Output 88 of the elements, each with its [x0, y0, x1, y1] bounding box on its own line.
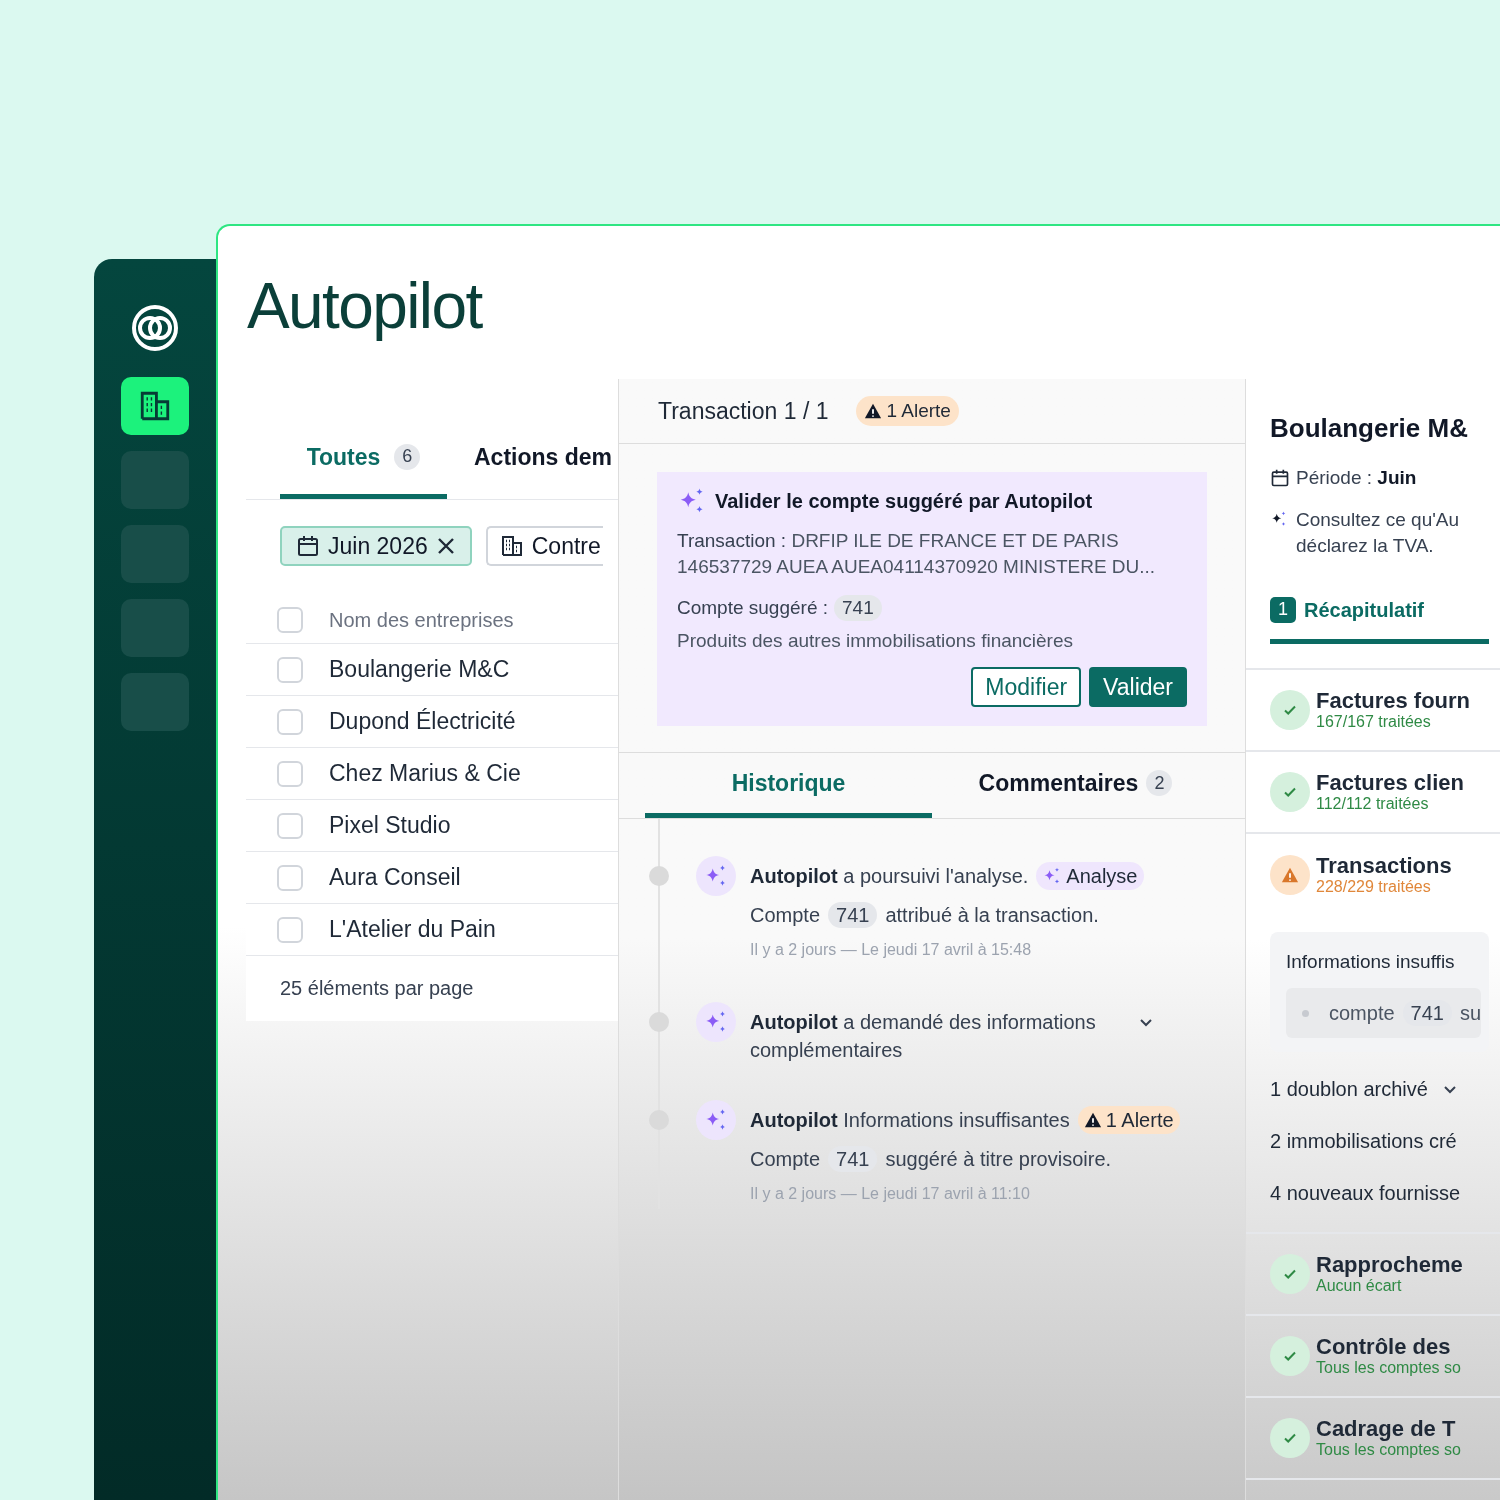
calendar-icon — [296, 534, 320, 558]
event-text: Autopilot a demandé des informations complémentaires — [750, 1010, 1097, 1063]
detail-text: suggéré à titre provisoire. — [885, 1147, 1112, 1172]
card-title: Valider le compte suggéré par Autopilot — [715, 489, 1093, 514]
check-status: 167/167 traitées — [1316, 712, 1432, 731]
detail-tab[interactable]: Commentaires 2 — [932, 753, 1219, 818]
check-icon — [1270, 771, 1310, 812]
check-status: 112/112 traitées — [1316, 794, 1430, 813]
company-name[interactable]: Boulangerie M&C — [329, 652, 510, 687]
issue-text: su — [1459, 1001, 1482, 1026]
checkbox[interactable] — [277, 607, 303, 633]
sparkle-icon — [1270, 509, 1288, 528]
detail-text: Compte — [750, 1147, 821, 1172]
logo-icon — [132, 305, 178, 351]
page-title: Autopilot — [247, 269, 482, 344]
filter-tab[interactable]: Actions dem — [474, 439, 613, 499]
check-status: 228/229 traitées — [1316, 877, 1432, 896]
hint-text: Consultez ce qu'Au déclarez la TVA. — [1296, 507, 1460, 558]
filter-chip[interactable]: Contre — [485, 526, 603, 566]
detail-text: Compte — [750, 903, 821, 928]
check-status: Tous les comptes so — [1316, 1359, 1461, 1377]
check-title: Rapprocheme — [1316, 1253, 1463, 1277]
account-label: Compte suggéré : — [677, 596, 829, 620]
company-name[interactable]: Aura Conseil — [329, 860, 461, 895]
check-title: Factures clien — [1316, 770, 1464, 795]
autopilot-avatar — [696, 1002, 736, 1042]
company-title: Boulangerie M& — [1270, 412, 1469, 445]
period-text: Période : Juin — [1296, 466, 1417, 490]
checkbox[interactable] — [277, 656, 303, 683]
checkbox[interactable] — [277, 812, 303, 839]
nav-button[interactable] — [121, 377, 189, 435]
alert-badge: 1 Alerte — [1077, 1106, 1180, 1134]
edit-button[interactable]: Modifier — [971, 667, 1082, 707]
page-size-label: 25 éléments par page — [280, 975, 474, 1001]
group-label[interactable]: 2 immobilisations cré — [1270, 1126, 1457, 1156]
account-number: 741 — [1402, 1000, 1452, 1026]
checkbox[interactable] — [277, 864, 303, 891]
company-name[interactable]: L'Atelier du Pain — [329, 912, 496, 947]
calendar-icon — [1270, 468, 1290, 489]
event-timestamp: Il y a 2 jours — Le jeudi 17 avril à 15:48 — [750, 940, 1033, 960]
check-icon — [1270, 689, 1310, 730]
account-number: 741 — [828, 902, 878, 928]
detail-tab[interactable]: Historique — [645, 753, 932, 818]
account-number: 741 — [828, 1146, 878, 1172]
checkbox[interactable] — [277, 708, 303, 735]
warning-icon — [1270, 854, 1310, 895]
check-status: Aucun écart — [1316, 1277, 1403, 1295]
autopilot-avatar — [696, 856, 736, 896]
check-title: Cadrage de T — [1316, 1417, 1457, 1441]
check-title: Transactions — [1316, 853, 1452, 878]
check-title: Contrôle des — [1316, 1335, 1452, 1359]
detail-text: attribué à la transaction. — [885, 903, 1099, 928]
checkbox[interactable] — [277, 916, 303, 943]
checkbox[interactable] — [277, 760, 303, 787]
autopilot-avatar — [696, 1100, 736, 1140]
event-text: Autopilot Informations insuffisantes — [750, 1108, 1070, 1133]
count-badge: 2 — [1146, 770, 1173, 796]
check-icon — [1270, 1254, 1310, 1294]
analysis-badge: Analyse — [1036, 862, 1144, 890]
close-icon[interactable] — [435, 536, 456, 556]
group-label[interactable]: 1 doublon archivé — [1270, 1074, 1428, 1104]
validate-button[interactable]: Valider — [1089, 667, 1187, 707]
warning-icon — [864, 402, 883, 420]
warning-icon — [1083, 1111, 1102, 1129]
group-label[interactable]: 4 nouveaux fournisse — [1270, 1178, 1461, 1208]
issues-title: Informations insuffis — [1286, 950, 1455, 972]
transaction-counter: Transaction 1 / 1 — [658, 396, 829, 426]
transaction-description: Transaction : DRFIP ILE DE FRANCE ET DE PARIS 146537729 AUEA AUEA04114370920 MINISTERE DU... — [677, 529, 1157, 579]
company-name[interactable]: Pixel Studio — [329, 808, 451, 843]
column-header: Nom des entreprises — [329, 608, 514, 633]
company-name[interactable]: Chez Marius & Cie — [329, 756, 521, 791]
company-name[interactable]: Dupond Électricité — [329, 704, 516, 739]
filter-chip[interactable]: Juin 2026 — [280, 526, 472, 566]
summary-tab[interactable]: 1 Récapitulatif — [1270, 594, 1490, 644]
event-text: Autopilot a poursuivi l'analyse. — [750, 864, 1029, 889]
account-number: 741 — [834, 595, 882, 622]
issue-text: compte — [1329, 1001, 1395, 1026]
check-title: Factures fourn — [1316, 688, 1471, 713]
event-timestamp: Il y a 2 jours — Le jeudi 17 avril à 11:10 — [750, 1184, 1031, 1204]
alert-badge: 1 Alerte — [856, 396, 959, 426]
step-number: 1 — [1270, 596, 1296, 623]
check-icon — [1270, 1336, 1310, 1376]
check-status: Tous les comptes so — [1316, 1441, 1461, 1459]
account-name: Produits des autres immobilisations financières — [677, 628, 1074, 653]
count-badge: 6 — [394, 443, 421, 470]
building-icon — [499, 534, 524, 558]
building-icon — [138, 389, 172, 423]
check-icon — [1270, 1418, 1310, 1458]
